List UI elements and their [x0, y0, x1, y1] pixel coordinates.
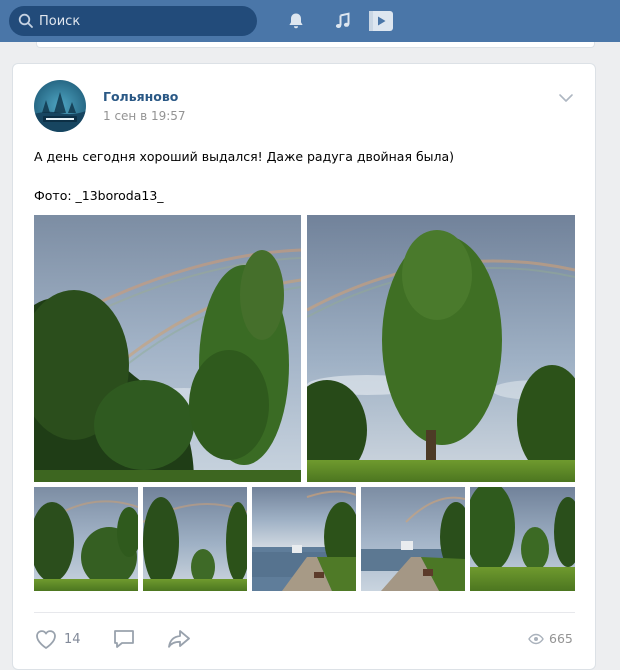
post-photo-6[interactable] [361, 487, 465, 591]
comment-icon [114, 630, 134, 648]
community-logo [34, 80, 86, 132]
post-author[interactable]: Гольяново [103, 89, 178, 104]
comment-button[interactable] [112, 626, 136, 652]
post-date[interactable]: 1 сен в 19:57 [103, 109, 186, 123]
views-counter: 665 [528, 631, 573, 646]
share-button[interactable] [166, 626, 192, 652]
post-card: Гольяново 1 сен в 19:57 А день сегодня х… [12, 63, 596, 670]
eye-icon [528, 633, 544, 644]
post-photo-3[interactable] [34, 487, 138, 591]
search-icon [18, 13, 33, 28]
post-photo-2[interactable] [307, 215, 575, 482]
chevron-down-icon[interactable] [557, 90, 575, 104]
post-photo-1[interactable] [34, 215, 301, 482]
heart-icon [36, 630, 56, 649]
views-count: 665 [549, 631, 573, 646]
video-icon[interactable] [367, 9, 395, 33]
photo-credit: Фото: _13boroda13_ [34, 188, 164, 203]
search-box[interactable] [9, 6, 257, 36]
post-text: А день сегодня хороший выдался! Даже рад… [34, 149, 455, 164]
bell-icon[interactable] [284, 9, 308, 33]
actions-divider [34, 612, 575, 613]
previous-post-edge [36, 42, 595, 48]
like-count: 14 [64, 631, 81, 647]
post-photo-4[interactable] [143, 487, 247, 591]
search-input[interactable] [39, 6, 249, 36]
post-photo-5[interactable] [252, 487, 356, 591]
like-button[interactable]: 14 [34, 626, 81, 652]
top-navigation-bar [0, 0, 620, 42]
music-icon[interactable] [331, 9, 355, 33]
post-photo-7[interactable] [470, 487, 575, 591]
community-avatar[interactable] [34, 80, 86, 132]
share-icon [168, 630, 190, 648]
